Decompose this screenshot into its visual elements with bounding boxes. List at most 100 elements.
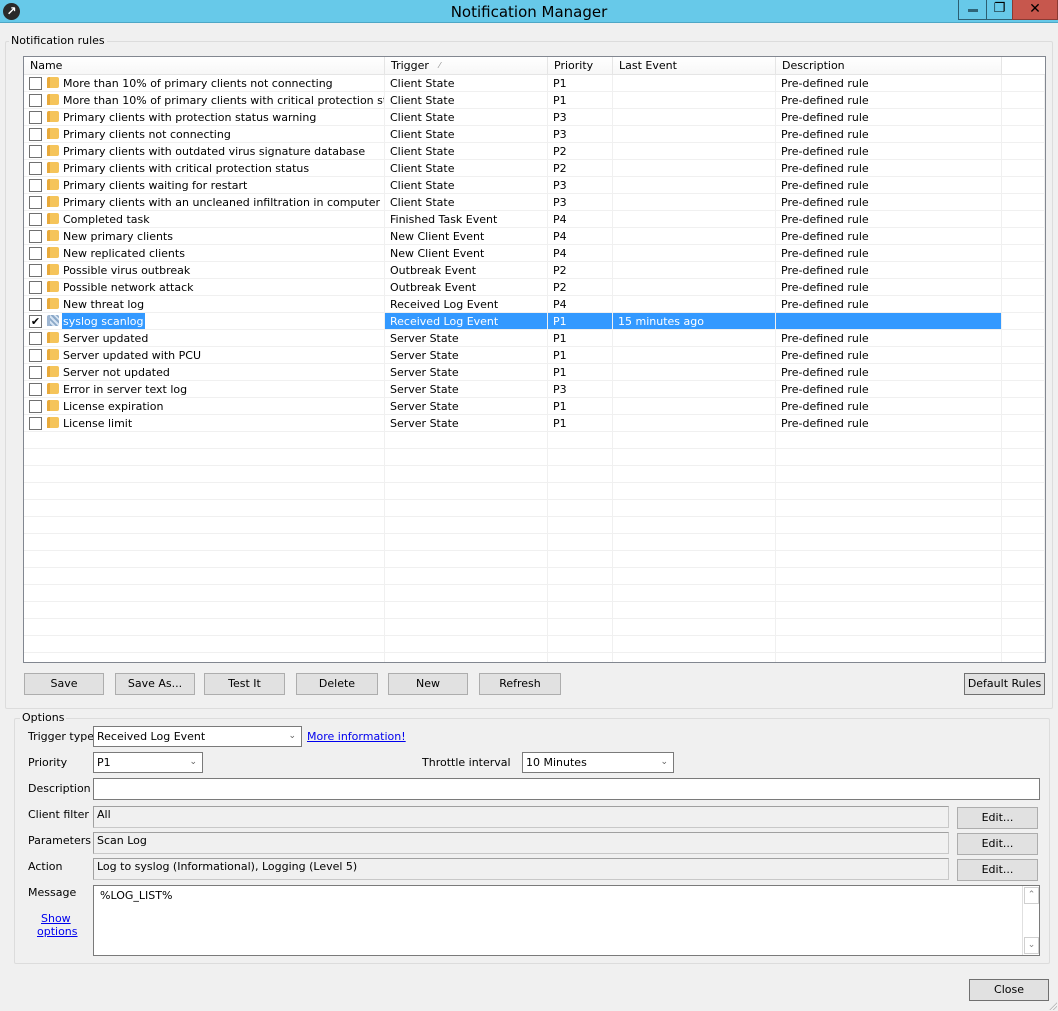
table-row[interactable]: Primary clients with critical protection… (24, 160, 1045, 177)
options-label: Options (20, 711, 67, 724)
cell-trigger: Server State (385, 415, 548, 431)
scroll-down-icon[interactable]: ⌄ (1024, 937, 1039, 954)
column-header-last-event[interactable]: Last Event (613, 57, 776, 74)
cell-trigger: Client State (385, 109, 548, 125)
table-row[interactable]: ✔ syslog scanlog Received Log Event P1 15 mi… (24, 313, 1045, 330)
rule-enabled-checkbox[interactable] (29, 417, 42, 430)
table-row[interactable]: Primary clients waiting for restart Clien… (24, 177, 1045, 194)
column-header-priority[interactable]: Priority (548, 57, 613, 74)
rule-enabled-checkbox[interactable] (29, 213, 42, 226)
edit-action-button[interactable]: Edit... (957, 859, 1038, 881)
resize-grip-icon[interactable] (1047, 1000, 1057, 1010)
table-row[interactable]: License limit Server State P1 Pre-defined r… (24, 415, 1045, 432)
trigger-type-select[interactable]: Received Log Event ⌄ (93, 726, 302, 747)
table-row[interactable]: New replicated clients New Client Event P4… (24, 245, 1045, 262)
priority-select[interactable]: P1 ⌄ (93, 752, 203, 773)
cell-trigger (385, 551, 548, 567)
edit-client-filter-button[interactable]: Edit... (957, 807, 1038, 829)
description-input[interactable] (93, 778, 1040, 800)
save-button[interactable]: Save (24, 673, 104, 695)
table-row[interactable]: Primary clients with outdated virus sign… (24, 143, 1045, 160)
rule-enabled-checkbox[interactable] (29, 264, 42, 277)
rule-enabled-checkbox[interactable] (29, 128, 42, 141)
cell-description: Pre-defined rule (776, 364, 1002, 380)
close-button[interactable]: Close (969, 979, 1049, 1001)
column-header-description[interactable]: Description (776, 57, 1002, 74)
rule-name: More than 10% of primary clients with cr… (63, 94, 385, 107)
cell-priority (548, 653, 613, 662)
default-rules-button[interactable]: Default Rules (964, 673, 1045, 695)
table-row[interactable]: More than 10% of primary clients not con… (24, 75, 1045, 92)
new-button[interactable]: New (388, 673, 468, 695)
rule-enabled-checkbox[interactable] (29, 400, 42, 413)
cell-priority (548, 483, 613, 499)
throttle-interval-select[interactable]: 10 Minutes ⌄ (522, 752, 674, 773)
table-row[interactable]: Completed task Finished Task Event P4 Pre-d… (24, 211, 1045, 228)
maximize-button[interactable]: ❐ (986, 0, 1013, 20)
table-row[interactable]: Possible network attack Outbreak Event P2 P… (24, 279, 1045, 296)
cell-text: Pre-defined rule (781, 179, 869, 192)
cell-description: Pre-defined rule (776, 160, 1002, 176)
rule-enabled-checkbox[interactable] (29, 230, 42, 243)
table-row[interactable]: More than 10% of primary clients with cr… (24, 92, 1045, 109)
rule-enabled-checkbox[interactable] (29, 366, 42, 379)
rule-enabled-checkbox[interactable] (29, 332, 42, 345)
show-options-link[interactable]: Show (41, 912, 71, 925)
rule-enabled-checkbox[interactable] (29, 111, 42, 124)
parameters-field: Scan Log (93, 832, 949, 854)
rule-icon (47, 77, 59, 88)
refresh-button[interactable]: Refresh (479, 673, 561, 695)
minimize-button[interactable] (958, 0, 987, 20)
table-row[interactable]: New primary clients New Client Event P4 Pre… (24, 228, 1045, 245)
rule-enabled-checkbox[interactable] (29, 281, 42, 294)
close-window-button[interactable]: ✕ (1012, 0, 1058, 20)
more-information-link[interactable]: More information! (307, 730, 406, 743)
rule-enabled-checkbox[interactable]: ✔ (29, 315, 42, 328)
empty-row (24, 483, 1045, 500)
column-header-name[interactable]: Name (24, 57, 385, 74)
scroll-up-icon[interactable]: ⌃ (1024, 887, 1039, 904)
test-it-button[interactable]: Test It (204, 673, 285, 695)
show-options-link[interactable]: options (37, 925, 78, 938)
table-row[interactable]: Error in server text log Server State P3 Pr… (24, 381, 1045, 398)
rule-enabled-checkbox[interactable] (29, 162, 42, 175)
table-row[interactable]: Server updated Server State P1 Pre-defined … (24, 330, 1045, 347)
message-scrollbar[interactable]: ⌃ ⌄ (1022, 886, 1039, 955)
rule-name: Primary clients with protection status w… (63, 111, 317, 124)
table-row[interactable]: Primary clients not connecting Client Sta… (24, 126, 1045, 143)
rule-enabled-checkbox[interactable] (29, 247, 42, 260)
rule-enabled-checkbox[interactable] (29, 94, 42, 107)
table-row[interactable]: Server not updated Server State P1 Pre-defi… (24, 364, 1045, 381)
cell-priority (548, 500, 613, 516)
table-row[interactable]: New threat log Received Log Event P4 Pre-de… (24, 296, 1045, 313)
cell-description: Pre-defined rule (776, 347, 1002, 363)
rule-enabled-checkbox[interactable] (29, 179, 42, 192)
cell-priority: P2 (548, 262, 613, 278)
cell-text: Finished Task Event (390, 213, 498, 226)
cell-text: Server State (390, 332, 459, 345)
cell-filler (1002, 109, 1045, 125)
column-header-trigger[interactable]: Trigger ⁄ (385, 57, 548, 74)
cell-description: Pre-defined rule (776, 126, 1002, 142)
cell-description: Pre-defined rule (776, 262, 1002, 278)
delete-button[interactable]: Delete (296, 673, 378, 695)
cell-text: Received Log Event (390, 298, 499, 311)
table-row[interactable]: Possible virus outbreak Outbreak Event P2 P… (24, 262, 1045, 279)
rule-enabled-checkbox[interactable] (29, 349, 42, 362)
table-row[interactable]: License expiration Server State P1 Pre-defi… (24, 398, 1045, 415)
message-textarea[interactable]: %LOG_LIST% ⌃ ⌄ (93, 885, 1040, 956)
table-row[interactable]: Server updated with PCU Server State P1 Pre… (24, 347, 1045, 364)
cell-trigger (385, 500, 548, 516)
edit-parameters-button[interactable]: Edit... (957, 833, 1038, 855)
cell-description (776, 517, 1002, 533)
rule-enabled-checkbox[interactable] (29, 196, 42, 209)
rule-enabled-checkbox[interactable] (29, 298, 42, 311)
rule-enabled-checkbox[interactable] (29, 383, 42, 396)
rules-table[interactable]: Name Trigger ⁄ Priority Last Event Descri… (23, 56, 1046, 663)
table-row[interactable]: Primary clients with an uncleaned infilt… (24, 194, 1045, 211)
rule-enabled-checkbox[interactable] (29, 77, 42, 90)
save-as-button[interactable]: Save As... (115, 673, 195, 695)
table-row[interactable]: Primary clients with protection status w… (24, 109, 1045, 126)
rule-enabled-checkbox[interactable] (29, 145, 42, 158)
cell-name (24, 551, 385, 567)
